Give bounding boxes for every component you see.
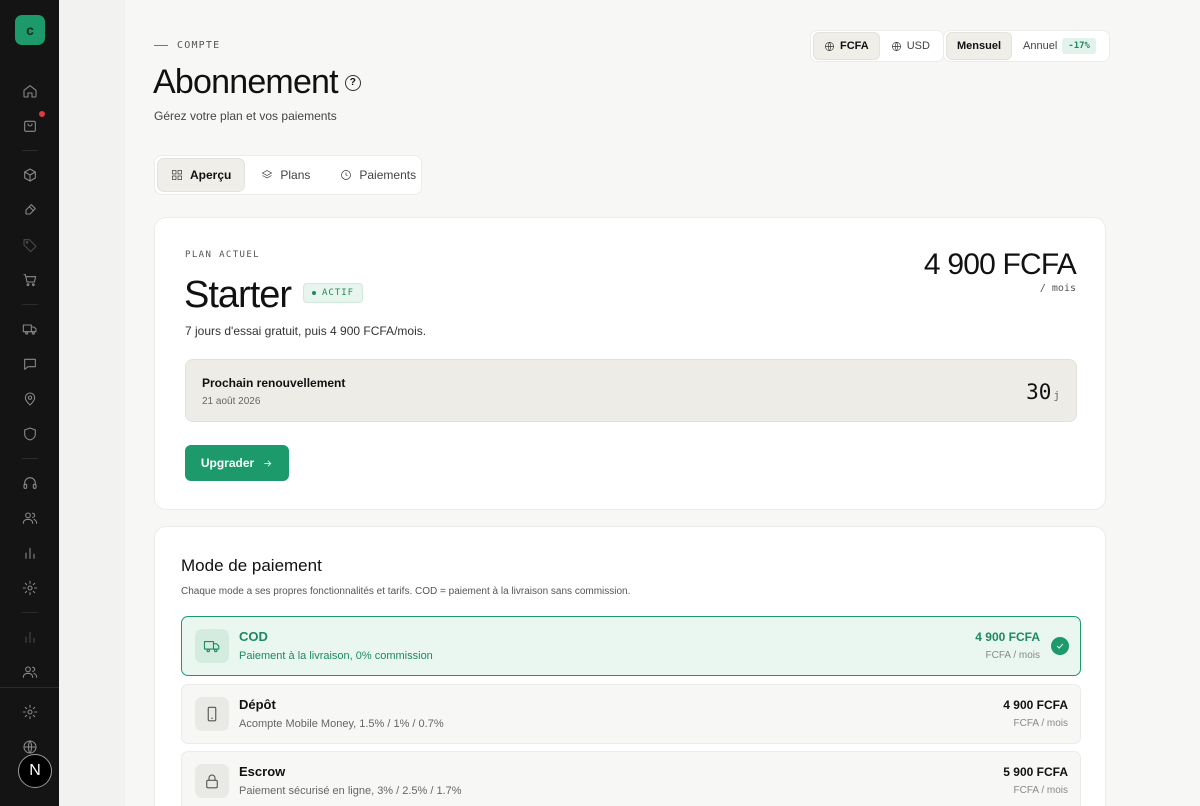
option-price: 4 900 FCFA (1003, 698, 1068, 712)
sidebar-divider (22, 612, 38, 613)
payment-mode-card: Mode de paiement Chaque mode a ses propr… (154, 526, 1106, 806)
renewal-title: Prochain renouvellement (202, 376, 346, 390)
shield-icon[interactable] (20, 424, 40, 444)
sidebar-divider (22, 150, 38, 151)
eyebrow-label: COMPTE (177, 40, 221, 51)
notification-dot (39, 111, 45, 117)
plan-name: Starter (184, 274, 292, 316)
option-unit: FCFA / mois (1013, 785, 1068, 796)
payment-title: Mode de paiement (181, 556, 322, 575)
bar-chart-icon[interactable] (20, 627, 40, 647)
option-description: Paiement à la livraison, 0% commission (239, 650, 433, 662)
page-title-text: Abonnement (153, 63, 339, 101)
page-subtitle: Gérez votre plan et vos paiements (154, 109, 337, 123)
payment-subtitle: Chaque mode a ses propres fonctionnalité… (181, 586, 631, 597)
renewal-days-value: 30 (1026, 380, 1052, 404)
help-icon[interactable]: ? (344, 74, 361, 91)
sidebar: c N (0, 0, 59, 806)
billing-monthly-button[interactable]: Mensuel (947, 33, 1012, 59)
brush-icon[interactable] (20, 200, 40, 220)
renewal-days-unit: j (1053, 389, 1060, 402)
currency-usd-label: USD (906, 40, 930, 52)
billing-yearly-label: Annuel (1023, 40, 1058, 52)
smartphone-icon (195, 697, 229, 731)
clock-icon (341, 170, 352, 180)
eyebrow-line (154, 45, 168, 46)
billing-yearly-button[interactable]: Annuel -17% (1013, 33, 1106, 59)
home-icon[interactable] (20, 81, 40, 101)
status-badge: ACTIF (303, 283, 364, 303)
users-icon[interactable] (20, 508, 40, 528)
option-name: COD (239, 629, 268, 644)
page-title: Abonnement ? (153, 63, 361, 102)
avatar[interactable]: N (18, 754, 52, 788)
payment-option-cod[interactable]: COD Paiement à la livraison, 0% commissi… (181, 616, 1081, 676)
tab-paiements[interactable]: Paiements (327, 159, 429, 191)
billing-toggle: Mensuel Annuel -17% (943, 30, 1110, 62)
status-label: ACTIF (322, 288, 355, 298)
option-unit: FCFA / mois (985, 650, 1040, 661)
renewal-date: 21 août 2026 (202, 396, 261, 407)
option-name: Dépôt (239, 697, 276, 712)
lock-icon (195, 764, 229, 798)
chat-icon[interactable] (20, 354, 40, 374)
plan-label: PLAN ACTUEL (185, 250, 261, 260)
tab-label: Aperçu (190, 168, 232, 182)
plan-price-unit: / mois (1039, 283, 1076, 294)
app-logo[interactable]: c (15, 15, 45, 45)
tab-apercu[interactable]: Aperçu (158, 159, 245, 191)
globe-icon (891, 41, 901, 51)
status-dot (312, 291, 316, 295)
option-name: Escrow (239, 764, 286, 779)
payment-option-depot[interactable]: Dépôt Acompte Mobile Money, 1.5% / 1% / … (181, 684, 1081, 744)
grid-icon (172, 170, 182, 180)
option-unit: FCFA / mois (1013, 718, 1068, 729)
layers-icon (262, 170, 273, 179)
map-pin-icon[interactable] (20, 389, 40, 409)
plan-description: 7 jours d'essai gratuit, puis 4 900 FCFA… (185, 324, 427, 338)
truck-icon (195, 629, 229, 663)
upgrade-button[interactable]: Upgrader (185, 445, 289, 481)
sidebar-divider (22, 458, 38, 459)
check-icon (1051, 637, 1069, 655)
option-description: Paiement sécurisé en ligne, 3% / 2.5% / … (239, 785, 462, 797)
currency-usd-button[interactable]: USD (881, 33, 940, 59)
tab-label: Plans (280, 168, 311, 182)
breadcrumb: COMPTE (154, 40, 220, 51)
tab-plans[interactable]: Plans (248, 159, 323, 191)
globe-icon (825, 41, 834, 51)
option-price: 5 900 FCFA (1003, 765, 1068, 779)
payment-option-escrow[interactable]: Escrow Paiement sécurisé en ligne, 3% / … (181, 751, 1081, 806)
box-icon[interactable] (20, 165, 40, 185)
cart-icon[interactable] (20, 270, 40, 290)
tab-bar: Aperçu Plans Paiements (154, 155, 422, 195)
arrow-right-icon (264, 459, 272, 467)
current-plan-card: PLAN ACTUEL Starter ACTIF 7 jours d'essa… (154, 217, 1106, 510)
option-price: 4 900 FCFA (975, 630, 1040, 644)
sidebar-divider (0, 687, 59, 688)
renewal-box: Prochain renouvellement 21 août 2026 30 … (185, 359, 1077, 422)
discount-badge: -17% (1062, 38, 1096, 54)
headphones-icon[interactable] (20, 473, 40, 493)
tag-icon[interactable] (20, 235, 40, 255)
users-icon[interactable] (20, 662, 40, 682)
sidebar-divider (22, 304, 38, 305)
currency-fcfa-button[interactable]: FCFA (814, 33, 879, 59)
settings-icon[interactable] (20, 578, 40, 598)
settings-icon[interactable] (20, 702, 40, 722)
renewal-days: 30 j (1026, 380, 1060, 404)
plan-price: 4 900 FCFA (923, 248, 1077, 281)
currency-fcfa-label: FCFA (840, 40, 869, 52)
truck-icon[interactable] (20, 319, 40, 339)
tab-label: Paiements (359, 168, 417, 182)
content-gutter (59, 0, 125, 806)
upgrade-label: Upgrader (200, 456, 255, 470)
currency-toggle: FCFA USD (810, 30, 944, 62)
bar-chart-icon[interactable] (20, 543, 40, 563)
shopping-bag-icon[interactable] (20, 116, 40, 136)
option-description: Acompte Mobile Money, 1.5% / 1% / 0.7% (239, 718, 444, 730)
